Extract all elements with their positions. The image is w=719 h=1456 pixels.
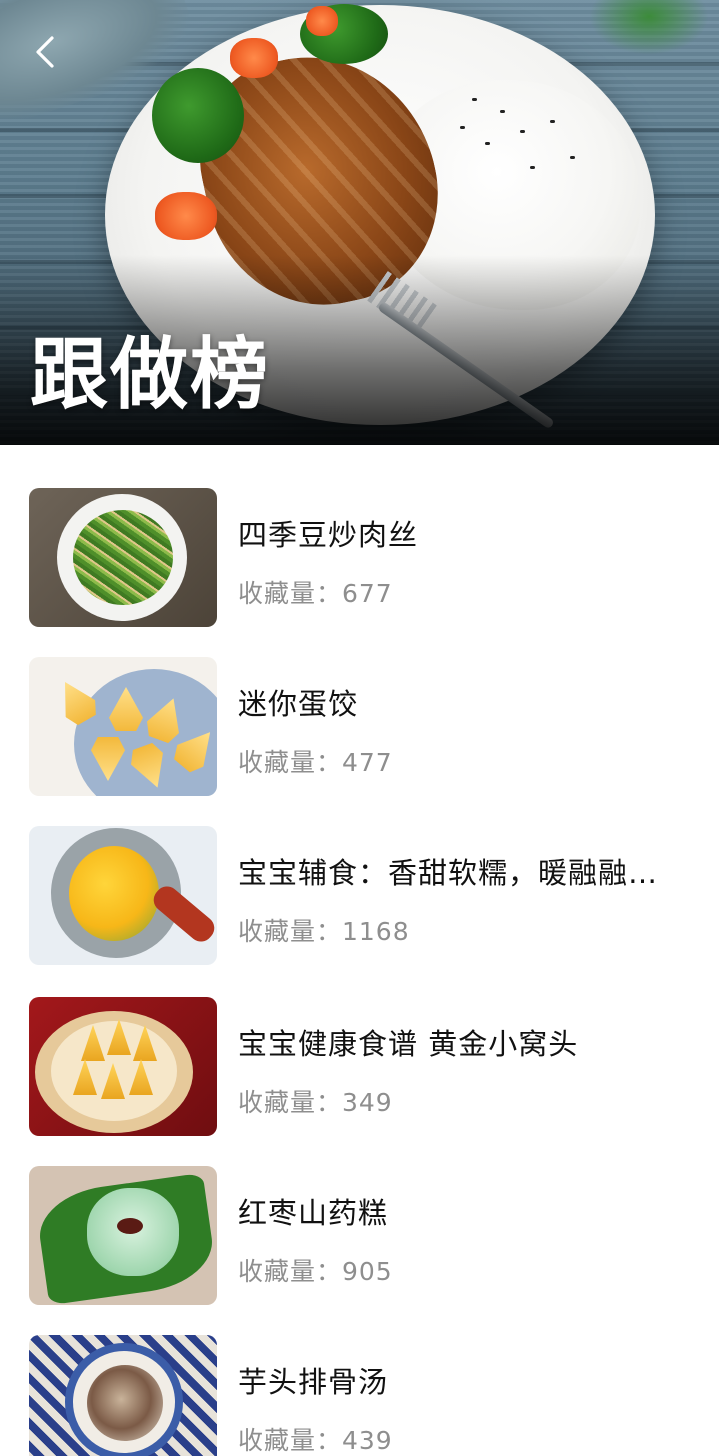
hero-banner: 跟做榜 [0,0,719,445]
recipe-item[interactable]: 宝宝健康食谱 黄金小窝头 收藏量：349 [0,997,719,1137]
recipe-item[interactable]: 芋头排骨汤 收藏量：439 [0,1335,719,1456]
recipe-thumbnail [29,488,217,627]
recipe-item[interactable]: 宝宝辅食：香甜软糯，暖融融的南瓜羹 收藏量：1168 [0,826,719,966]
herb-decoration [589,0,709,55]
carrot-image [306,6,338,36]
chevron-left-icon [36,36,54,68]
recipe-thumbnail [29,997,217,1136]
broccoli-image [152,68,244,163]
recipe-favorites-count: 收藏量：477 [238,748,393,777]
recipe-favorites-count: 收藏量：905 [238,1257,393,1286]
recipe-title: 红枣山药糕 [238,1196,389,1230]
carrot-image [155,192,217,240]
recipe-title: 迷你蛋饺 [238,687,359,721]
back-button[interactable] [26,30,66,74]
recipe-item[interactable]: 迷你蛋饺 收藏量：477 [0,657,719,797]
recipe-thumbnail [29,1166,217,1305]
recipe-favorites-count: 收藏量：349 [238,1088,393,1117]
recipe-favorites-count: 收藏量：677 [238,579,393,608]
recipe-favorites-count: 收藏量：1168 [238,917,410,946]
recipe-item[interactable]: 四季豆炒肉丝 收藏量：677 [0,488,719,628]
carrot-image [230,38,278,78]
recipe-item[interactable]: 红枣山药糕 收藏量：905 [0,1166,719,1306]
recipe-title: 宝宝辅食：香甜软糯，暖融融的南瓜羹 [238,856,678,890]
recipe-thumbnail [29,826,217,965]
recipe-favorites-count: 收藏量：439 [238,1426,393,1455]
recipe-thumbnail [29,657,217,796]
recipe-title: 芋头排骨汤 [238,1365,389,1399]
recipe-title: 四季豆炒肉丝 [238,518,419,552]
page-title: 跟做榜 [30,330,271,420]
recipe-thumbnail [29,1335,217,1456]
recipe-title: 宝宝健康食谱 黄金小窝头 [238,1027,579,1061]
